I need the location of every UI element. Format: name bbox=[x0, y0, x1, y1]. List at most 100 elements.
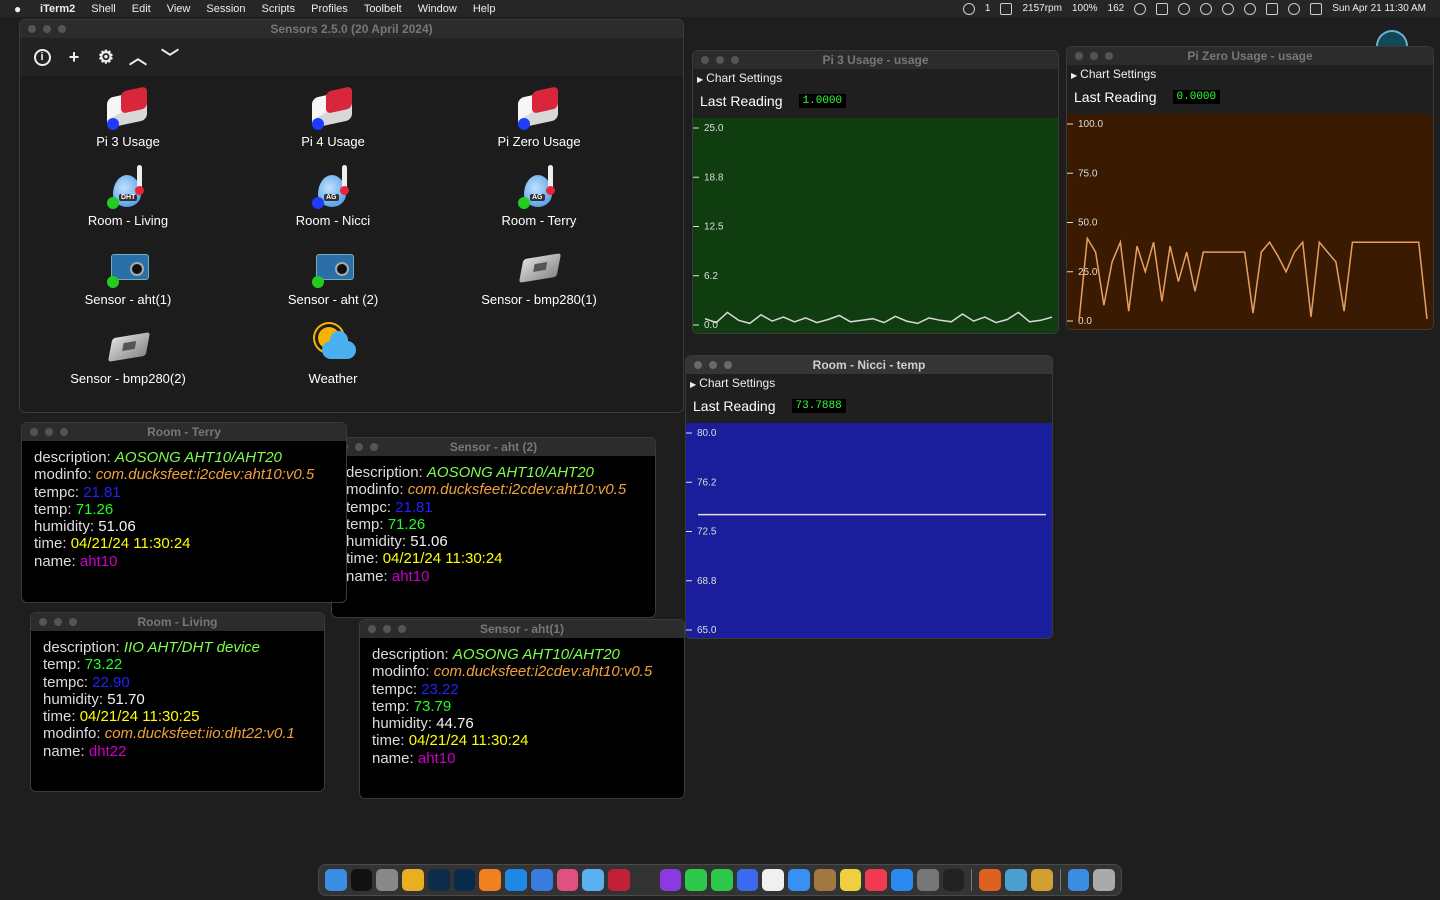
time-machine-icon[interactable] bbox=[1222, 2, 1235, 15]
close-button[interactable] bbox=[30, 428, 38, 436]
xcode-icon[interactable] bbox=[530, 869, 553, 891]
chart-settings-toggle[interactable]: ▶ Chart Settings bbox=[693, 69, 1058, 87]
minimize-button[interactable] bbox=[355, 443, 363, 451]
clock[interactable]: Sun Apr 21 11:30 AM bbox=[1332, 3, 1426, 14]
living-titlebar[interactable]: Room - Living bbox=[31, 613, 324, 631]
chrome-icon[interactable] bbox=[402, 869, 424, 891]
chart-settings-toggle[interactable]: ▶ Chart Settings bbox=[686, 374, 1052, 392]
notes-icon[interactable] bbox=[839, 869, 862, 891]
messenger-icon[interactable] bbox=[736, 869, 759, 891]
zoom-button[interactable] bbox=[724, 361, 732, 369]
sensor-tile[interactable]: Weather bbox=[233, 321, 433, 386]
raspberry-icon[interactable] bbox=[608, 869, 630, 891]
badge-count[interactable]: 1 bbox=[985, 3, 991, 14]
cloud-icon[interactable] bbox=[962, 2, 975, 15]
minimize-button[interactable] bbox=[709, 361, 717, 369]
lightroom-icon[interactable] bbox=[427, 869, 450, 891]
trash-icon[interactable] bbox=[1093, 869, 1115, 891]
minimize-button[interactable] bbox=[383, 625, 391, 633]
pi3-titlebar[interactable]: Pi 3 Usage - usage bbox=[693, 51, 1058, 69]
zoom-button[interactable] bbox=[60, 428, 68, 436]
monitor-icon[interactable] bbox=[979, 869, 1002, 891]
move-down-button[interactable]: ﹀ bbox=[160, 47, 180, 68]
vscode-icon[interactable] bbox=[505, 869, 527, 891]
zoom-button[interactable] bbox=[69, 618, 77, 626]
messages-icon[interactable] bbox=[685, 869, 708, 891]
minimize-button[interactable] bbox=[54, 618, 62, 626]
sensor-tile[interactable]: DHT Room - Living bbox=[28, 163, 228, 228]
sensor-tile[interactable]: Pi 4 Usage bbox=[233, 84, 433, 149]
mail-icon[interactable] bbox=[788, 869, 810, 891]
pen-icon[interactable] bbox=[1030, 869, 1053, 891]
close-button[interactable] bbox=[368, 625, 376, 633]
menu-toolbelt[interactable]: Toolbelt bbox=[364, 3, 402, 15]
close-button[interactable] bbox=[39, 618, 47, 626]
finder-icon[interactable] bbox=[325, 869, 347, 891]
activity-icon[interactable] bbox=[942, 869, 965, 891]
add-button[interactable]: + bbox=[64, 47, 84, 67]
sensor-tile[interactable]: Sensor - bmp280(2) bbox=[28, 321, 228, 386]
battery-level[interactable]: 100% bbox=[1072, 3, 1098, 14]
sensor-tile[interactable]: AG Room - Terry bbox=[439, 163, 639, 228]
zoom-button[interactable] bbox=[58, 25, 66, 33]
main-titlebar[interactable]: Sensors 2.5.0 (20 April 2024) bbox=[20, 20, 683, 38]
menu-window[interactable]: Window bbox=[418, 3, 457, 15]
terminal-icon[interactable] bbox=[350, 869, 373, 891]
pizero-titlebar[interactable]: Pi Zero Usage - usage bbox=[1067, 47, 1433, 65]
fan-rpm[interactable]: 2157rpm bbox=[1022, 3, 1061, 14]
mail-icon[interactable] bbox=[1000, 2, 1013, 15]
menu-scripts[interactable]: Scripts bbox=[262, 3, 296, 15]
quicktime-icon[interactable] bbox=[1005, 869, 1027, 891]
bluetooth-icon[interactable] bbox=[1178, 2, 1191, 15]
chatgpt-icon[interactable] bbox=[633, 869, 656, 891]
control-center-icon[interactable] bbox=[1310, 2, 1323, 15]
menu-app-name[interactable]: iTerm2 bbox=[40, 3, 75, 15]
close-button[interactable] bbox=[1075, 52, 1083, 60]
downloads-icon[interactable] bbox=[1067, 869, 1090, 891]
sublime-icon[interactable] bbox=[479, 869, 502, 891]
calendar-icon[interactable] bbox=[762, 869, 785, 891]
volume-icon[interactable] bbox=[1200, 2, 1213, 15]
close-button[interactable] bbox=[694, 361, 702, 369]
sensor-tile[interactable]: Sensor - aht(1) bbox=[28, 242, 228, 307]
sensor-tile[interactable]: AG Room - Nicci bbox=[233, 163, 433, 228]
close-button[interactable] bbox=[28, 25, 36, 33]
menu-profiles[interactable]: Profiles bbox=[311, 3, 348, 15]
sensor-tile[interactable]: Pi 3 Usage bbox=[28, 84, 228, 149]
launchpad-icon[interactable] bbox=[376, 869, 399, 891]
sync-icon[interactable] bbox=[1134, 2, 1147, 15]
menu-view[interactable]: View bbox=[167, 3, 191, 15]
apple-menu-icon[interactable]: ● bbox=[14, 2, 28, 16]
wifi-icon[interactable] bbox=[1288, 2, 1301, 15]
appstore-icon[interactable] bbox=[891, 869, 913, 891]
zoom-button[interactable] bbox=[370, 443, 378, 451]
minimize-button[interactable] bbox=[43, 25, 51, 33]
contacts-icon[interactable] bbox=[813, 869, 836, 891]
user-icon[interactable] bbox=[1244, 2, 1257, 15]
keyboard-icon[interactable] bbox=[1266, 2, 1279, 15]
minimize-button[interactable] bbox=[45, 428, 53, 436]
settings-button[interactable]: ⚙ bbox=[96, 47, 116, 67]
menu-edit[interactable]: Edit bbox=[132, 3, 151, 15]
menu-help[interactable]: Help bbox=[473, 3, 496, 15]
nicci-titlebar[interactable]: Room - Nicci - temp bbox=[686, 356, 1052, 374]
close-button[interactable] bbox=[701, 56, 709, 64]
aht1-titlebar[interactable]: Sensor - aht(1) bbox=[360, 620, 684, 638]
podcast-icon[interactable] bbox=[659, 869, 682, 891]
photos-icon[interactable] bbox=[556, 869, 579, 891]
photoshop-icon[interactable] bbox=[453, 869, 476, 891]
facetime-icon[interactable] bbox=[711, 869, 733, 891]
menu-session[interactable]: Session bbox=[206, 3, 245, 15]
menu-shell[interactable]: Shell bbox=[91, 3, 115, 15]
minimize-button[interactable] bbox=[716, 56, 724, 64]
music-icon[interactable] bbox=[865, 869, 888, 891]
drop-icon[interactable] bbox=[582, 869, 605, 891]
sensor-tile[interactable]: Sensor - bmp280(1) bbox=[439, 242, 639, 307]
terry-titlebar[interactable]: Room - Terry bbox=[22, 423, 346, 441]
move-up-button[interactable]: ︿ bbox=[128, 47, 148, 68]
chart-settings-toggle[interactable]: ▶ Chart Settings bbox=[1067, 65, 1433, 83]
info-button[interactable]: i bbox=[32, 47, 52, 67]
zoom-button[interactable] bbox=[398, 625, 406, 633]
zoom-button[interactable] bbox=[731, 56, 739, 64]
settings-icon[interactable] bbox=[916, 869, 939, 891]
